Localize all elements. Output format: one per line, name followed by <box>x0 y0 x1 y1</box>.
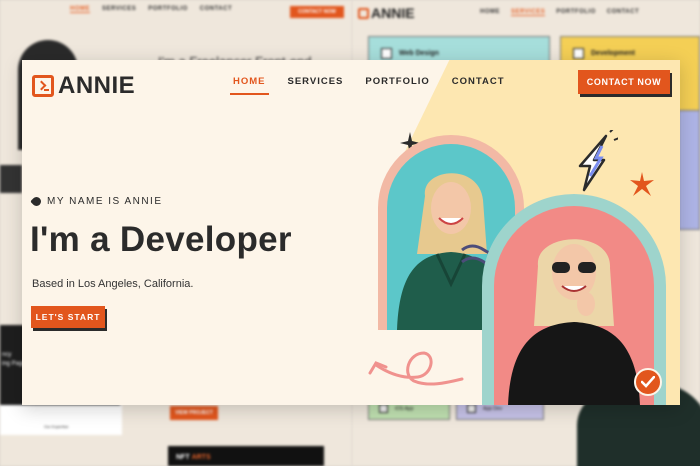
contact-now-button[interactable]: CONTACT NOW <box>578 70 670 94</box>
android-icon <box>467 404 476 413</box>
nav-home[interactable]: HOME <box>230 76 269 95</box>
brand-name: ANNIE <box>58 72 136 99</box>
swirl-arrow-icon <box>368 351 464 386</box>
brand-logo[interactable]: ANNIE <box>32 72 135 100</box>
hero-eyebrow-text: MY NAME IS ANNIE <box>47 196 163 207</box>
check-icon <box>641 376 655 388</box>
bg-left-nft-banner: NFT ARTS <box>168 446 324 466</box>
bg-left-white-card-text: Our Expertise <box>44 424 69 429</box>
bg-right-card-title: App Dev <box>483 406 503 412</box>
portrait-illustration <box>508 239 640 405</box>
bg-right-nav-home: HOME <box>480 9 500 15</box>
bg-left-band <box>0 165 22 193</box>
bg-left-white-card: Our Expertise <box>0 405 122 435</box>
bg-right-logo: ANNIE <box>358 5 415 21</box>
bg-left-nav-home: HOME <box>70 6 90 13</box>
nav-contact[interactable]: CONTACT <box>449 76 508 95</box>
bg-left-contact-button: CONTACT NOW <box>290 6 344 18</box>
bg-left-arts-word: ARTS <box>191 454 211 461</box>
bg-left-nav-services: SERVICES <box>102 6 137 12</box>
bg-left-nft-word: NFT <box>176 454 190 461</box>
bg-left-nav-portfolio: PORTFOLIO <box>148 6 188 12</box>
terminal-logo-icon <box>32 75 54 97</box>
checkmark-badge-icon <box>634 368 662 396</box>
hero-section: ANNIE HOME SERVICES PORTFOLIO CONTACT CO… <box>22 60 680 405</box>
starburst-icon <box>630 172 654 196</box>
main-nav: HOME SERVICES PORTFOLIO CONTACT <box>230 76 508 95</box>
monitor-icon <box>381 48 392 59</box>
bg-right-logo-text: ANNIE <box>371 5 415 21</box>
hero-eyebrow: MY NAME IS ANNIE <box>30 195 163 208</box>
bg-right-nav-services: SERVICES <box>511 9 546 16</box>
bg-right-card-title: iOS App <box>395 406 414 412</box>
tag-icon <box>30 195 43 208</box>
bg-left-view-button: VIEW PROJECT <box>170 406 218 420</box>
code-icon <box>573 48 584 59</box>
lets-start-button[interactable]: LET'S START <box>31 306 105 328</box>
hero-title: I'm a Developer <box>30 220 292 259</box>
bg-right-nav-contact: CONTACT <box>606 9 640 15</box>
nav-services[interactable]: SERVICES <box>285 76 347 95</box>
hero-subtitle: Based in Los Angeles, California. <box>32 278 194 290</box>
bg-right-nav-portfolio: PORTFOLIO <box>556 9 596 15</box>
bg-right-card-title: Web Design <box>399 50 439 57</box>
bg-right-card-partial <box>678 110 700 230</box>
apple-icon <box>379 404 388 413</box>
bg-left-nav-contact: CONTACT <box>199 6 233 12</box>
photo-sunglasses-woman <box>494 206 654 405</box>
bg-left-nav: HOME SERVICES PORTFOLIO CONTACT <box>70 6 232 13</box>
nav-portfolio[interactable]: PORTFOLIO <box>362 76 432 95</box>
bg-right-nav: HOME SERVICES PORTFOLIO CONTACT <box>480 9 639 16</box>
bg-right-logo-icon <box>358 7 369 19</box>
lightning-bolt-icon <box>578 130 618 192</box>
bg-right-card-title: Development <box>591 50 635 57</box>
